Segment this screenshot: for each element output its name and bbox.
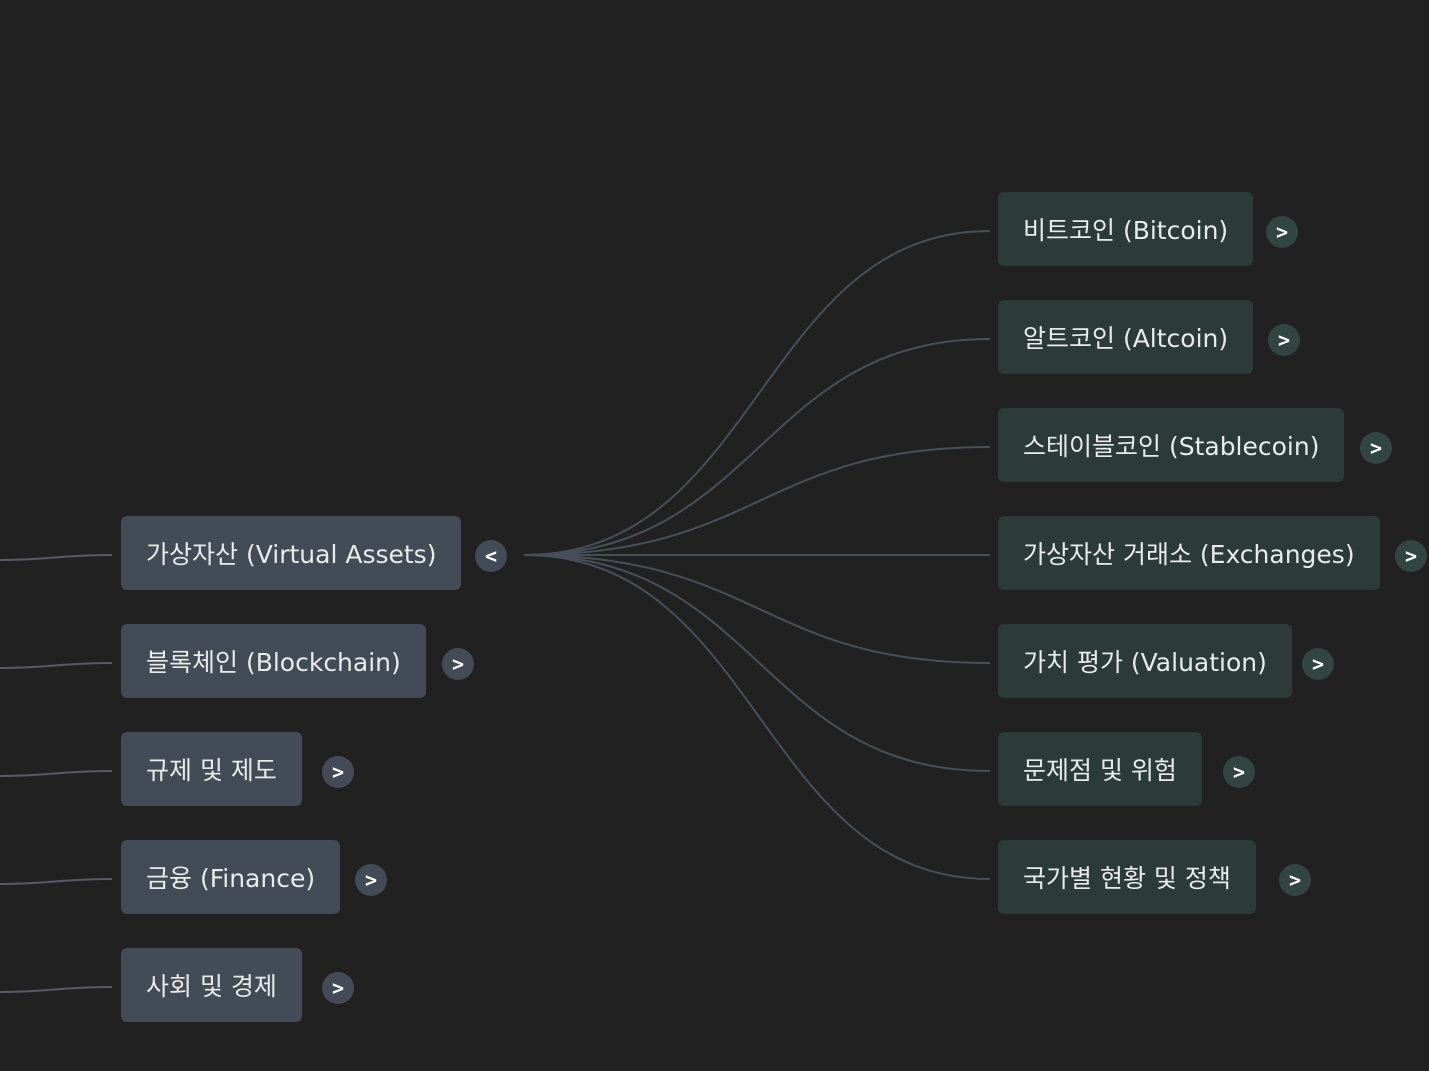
expand-toggle[interactable]: >: [1395, 540, 1427, 572]
chevron-right-icon: >: [364, 868, 378, 892]
subtopic-node-altcoin[interactable]: 알트코인 (Altcoin): [998, 300, 1254, 374]
subtopic-node-bitcoin[interactable]: 비트코인 (Bitcoin): [998, 192, 1254, 266]
expand-toggle[interactable]: >: [1223, 756, 1255, 788]
subtopic-node-stablecoin[interactable]: 스테이블코인 (Stablecoin): [998, 408, 1345, 482]
topic-label: 금융 (Finance): [146, 864, 316, 893]
chevron-right-icon: >: [331, 976, 345, 1000]
subtopic-label: 비트코인 (Bitcoin): [1023, 216, 1229, 245]
chevron-right-icon: >: [451, 652, 465, 676]
expand-toggle[interactable]: >: [355, 864, 387, 896]
chevron-right-icon: >: [1232, 760, 1246, 784]
expand-toggle[interactable]: >: [322, 756, 354, 788]
expand-toggle[interactable]: >: [1302, 648, 1334, 680]
expand-toggle[interactable]: >: [1360, 432, 1392, 464]
right-connector-6: [523, 554, 991, 880]
right-connector-5: [523, 554, 991, 772]
chevron-right-icon: >: [1275, 220, 1289, 244]
chevron-left-icon: <: [484, 544, 498, 568]
subtopic-label: 스테이블코인 (Stablecoin): [1023, 432, 1320, 461]
expand-toggle[interactable]: >: [1268, 324, 1300, 356]
topic-label: 가상자산 (Virtual Assets): [146, 540, 437, 569]
right-connector-0: [523, 230, 991, 556]
left-connector-2: [0, 770, 113, 777]
left-edge-group: [0, 554, 113, 993]
expand-toggle[interactable]: >: [1279, 864, 1311, 896]
subtopic-node-country-policy[interactable]: 국가별 현황 및 정책: [998, 840, 1256, 914]
topic-label: 블록체인 (Blockchain): [146, 648, 401, 677]
subtopic-node-exchanges[interactable]: 가상자산 거래소 (Exchanges): [998, 516, 1380, 590]
chevron-right-icon: >: [1369, 436, 1383, 460]
chevron-right-icon: >: [1311, 652, 1325, 676]
topic-node-finance[interactable]: 금융 (Finance): [121, 840, 341, 914]
right-connector-2: [523, 446, 991, 556]
left-connector-3: [0, 878, 113, 885]
subtopic-node-valuation[interactable]: 가치 평가 (Valuation): [998, 624, 1292, 698]
topic-node-society-economy[interactable]: 사회 및 경제: [121, 948, 302, 1022]
topic-label: 사회 및 경제: [146, 972, 277, 1001]
subtopic-label: 문제점 및 위험: [1023, 756, 1177, 785]
chevron-right-icon: >: [1288, 868, 1302, 892]
left-connector-1: [0, 662, 113, 669]
right-edge-group: [523, 230, 991, 880]
chevron-right-icon: >: [1277, 328, 1291, 352]
topic-node-blockchain[interactable]: 블록체인 (Blockchain): [121, 624, 426, 698]
subtopic-label: 알트코인 (Altcoin): [1023, 324, 1229, 353]
expand-toggle[interactable]: >: [442, 648, 474, 680]
chevron-right-icon: >: [331, 760, 345, 784]
topic-label: 규제 및 제도: [146, 756, 277, 785]
mindmap-canvas: 가상자산 (Virtual Assets) < 블록체인 (Blockchain…: [0, 0, 1429, 1071]
subtopic-label: 가상자산 거래소 (Exchanges): [1023, 540, 1355, 569]
topic-node-virtual-assets[interactable]: 가상자산 (Virtual Assets): [121, 516, 462, 590]
left-connector-4: [0, 986, 113, 993]
right-connector-4: [523, 554, 991, 664]
subtopic-label: 국가별 현황 및 정책: [1023, 864, 1231, 893]
left-connector-0: [0, 554, 113, 561]
topic-node-regulation[interactable]: 규제 및 제도: [121, 732, 302, 806]
subtopic-node-risks[interactable]: 문제점 및 위험: [998, 732, 1202, 806]
expand-toggle[interactable]: >: [1266, 216, 1298, 248]
subtopic-label: 가치 평가 (Valuation): [1023, 648, 1267, 677]
right-connector-1: [523, 338, 991, 556]
chevron-right-icon: >: [1404, 544, 1418, 568]
collapse-toggle[interactable]: <: [475, 540, 507, 572]
expand-toggle[interactable]: >: [322, 972, 354, 1004]
